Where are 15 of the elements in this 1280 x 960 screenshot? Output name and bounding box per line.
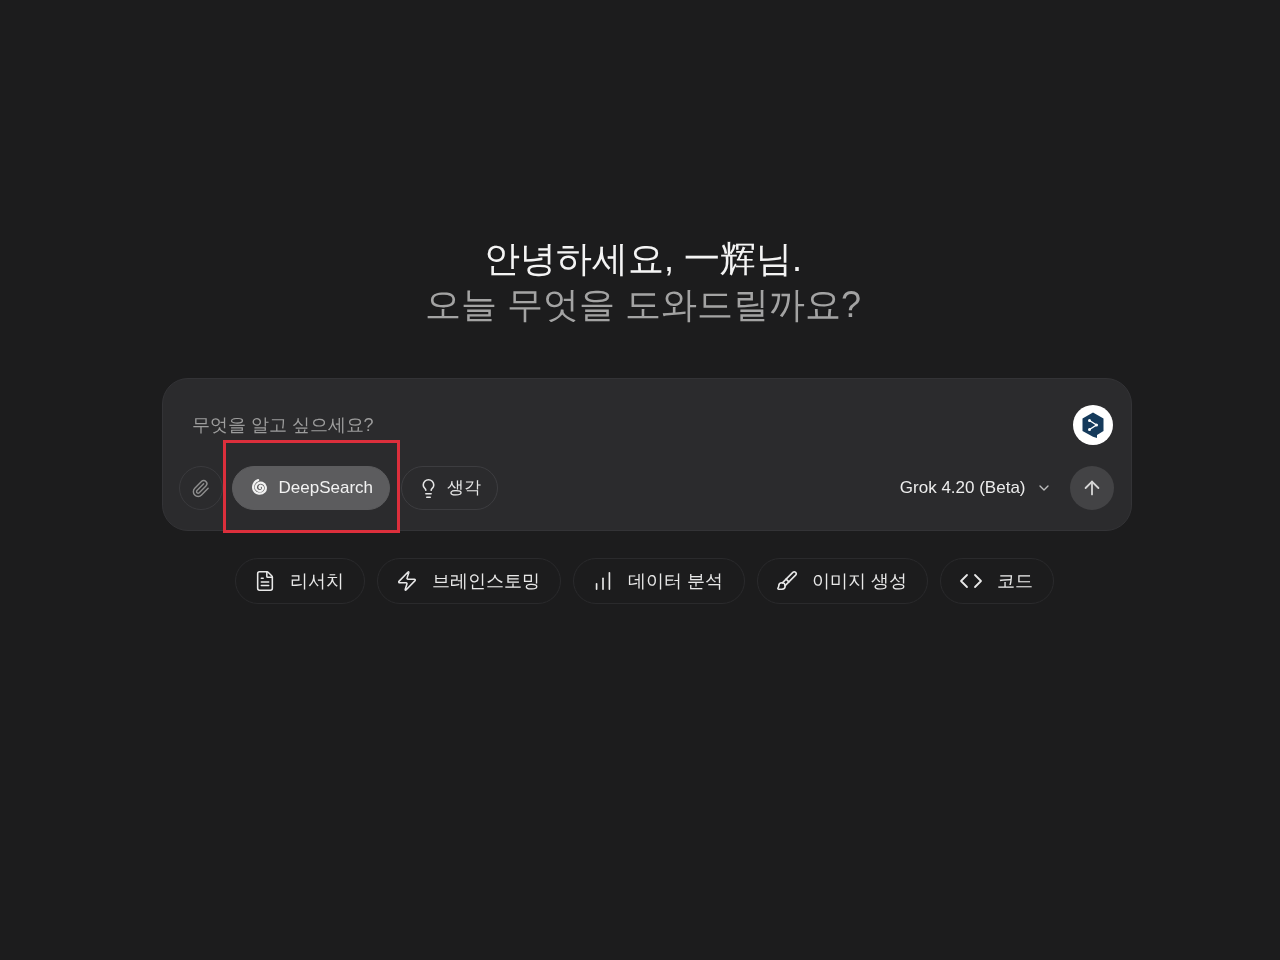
brush-icon bbox=[775, 570, 798, 592]
send-button[interactable] bbox=[1069, 466, 1114, 510]
prompt-input[interactable]: 무엇을 알고 싶으세요? bbox=[178, 412, 1073, 438]
suggestion-chip[interactable]: 데이터 분석 bbox=[573, 558, 745, 604]
greeting-subtitle: 오늘 무엇을 도와드릴까요? bbox=[425, 283, 861, 327]
suggestion-chip[interactable]: 리서치 bbox=[235, 558, 366, 604]
paperclip-icon bbox=[191, 478, 210, 498]
lightning-icon bbox=[396, 570, 419, 592]
model-selector[interactable]: Grok 4.20 (Beta) bbox=[899, 475, 1052, 501]
greeting-title: 안녕하세요, 一辉님. bbox=[484, 237, 802, 281]
suggestion-chip[interactable]: 코드 bbox=[939, 558, 1054, 604]
suggestion-chip[interactable]: 브레인스토밍 bbox=[377, 558, 562, 604]
suggestion-chip[interactable]: 이미지 생성 bbox=[756, 558, 928, 604]
mode-toggle[interactable]: DeepSearch bbox=[231, 466, 390, 510]
hexagon-badge-icon[interactable] bbox=[1072, 405, 1113, 445]
